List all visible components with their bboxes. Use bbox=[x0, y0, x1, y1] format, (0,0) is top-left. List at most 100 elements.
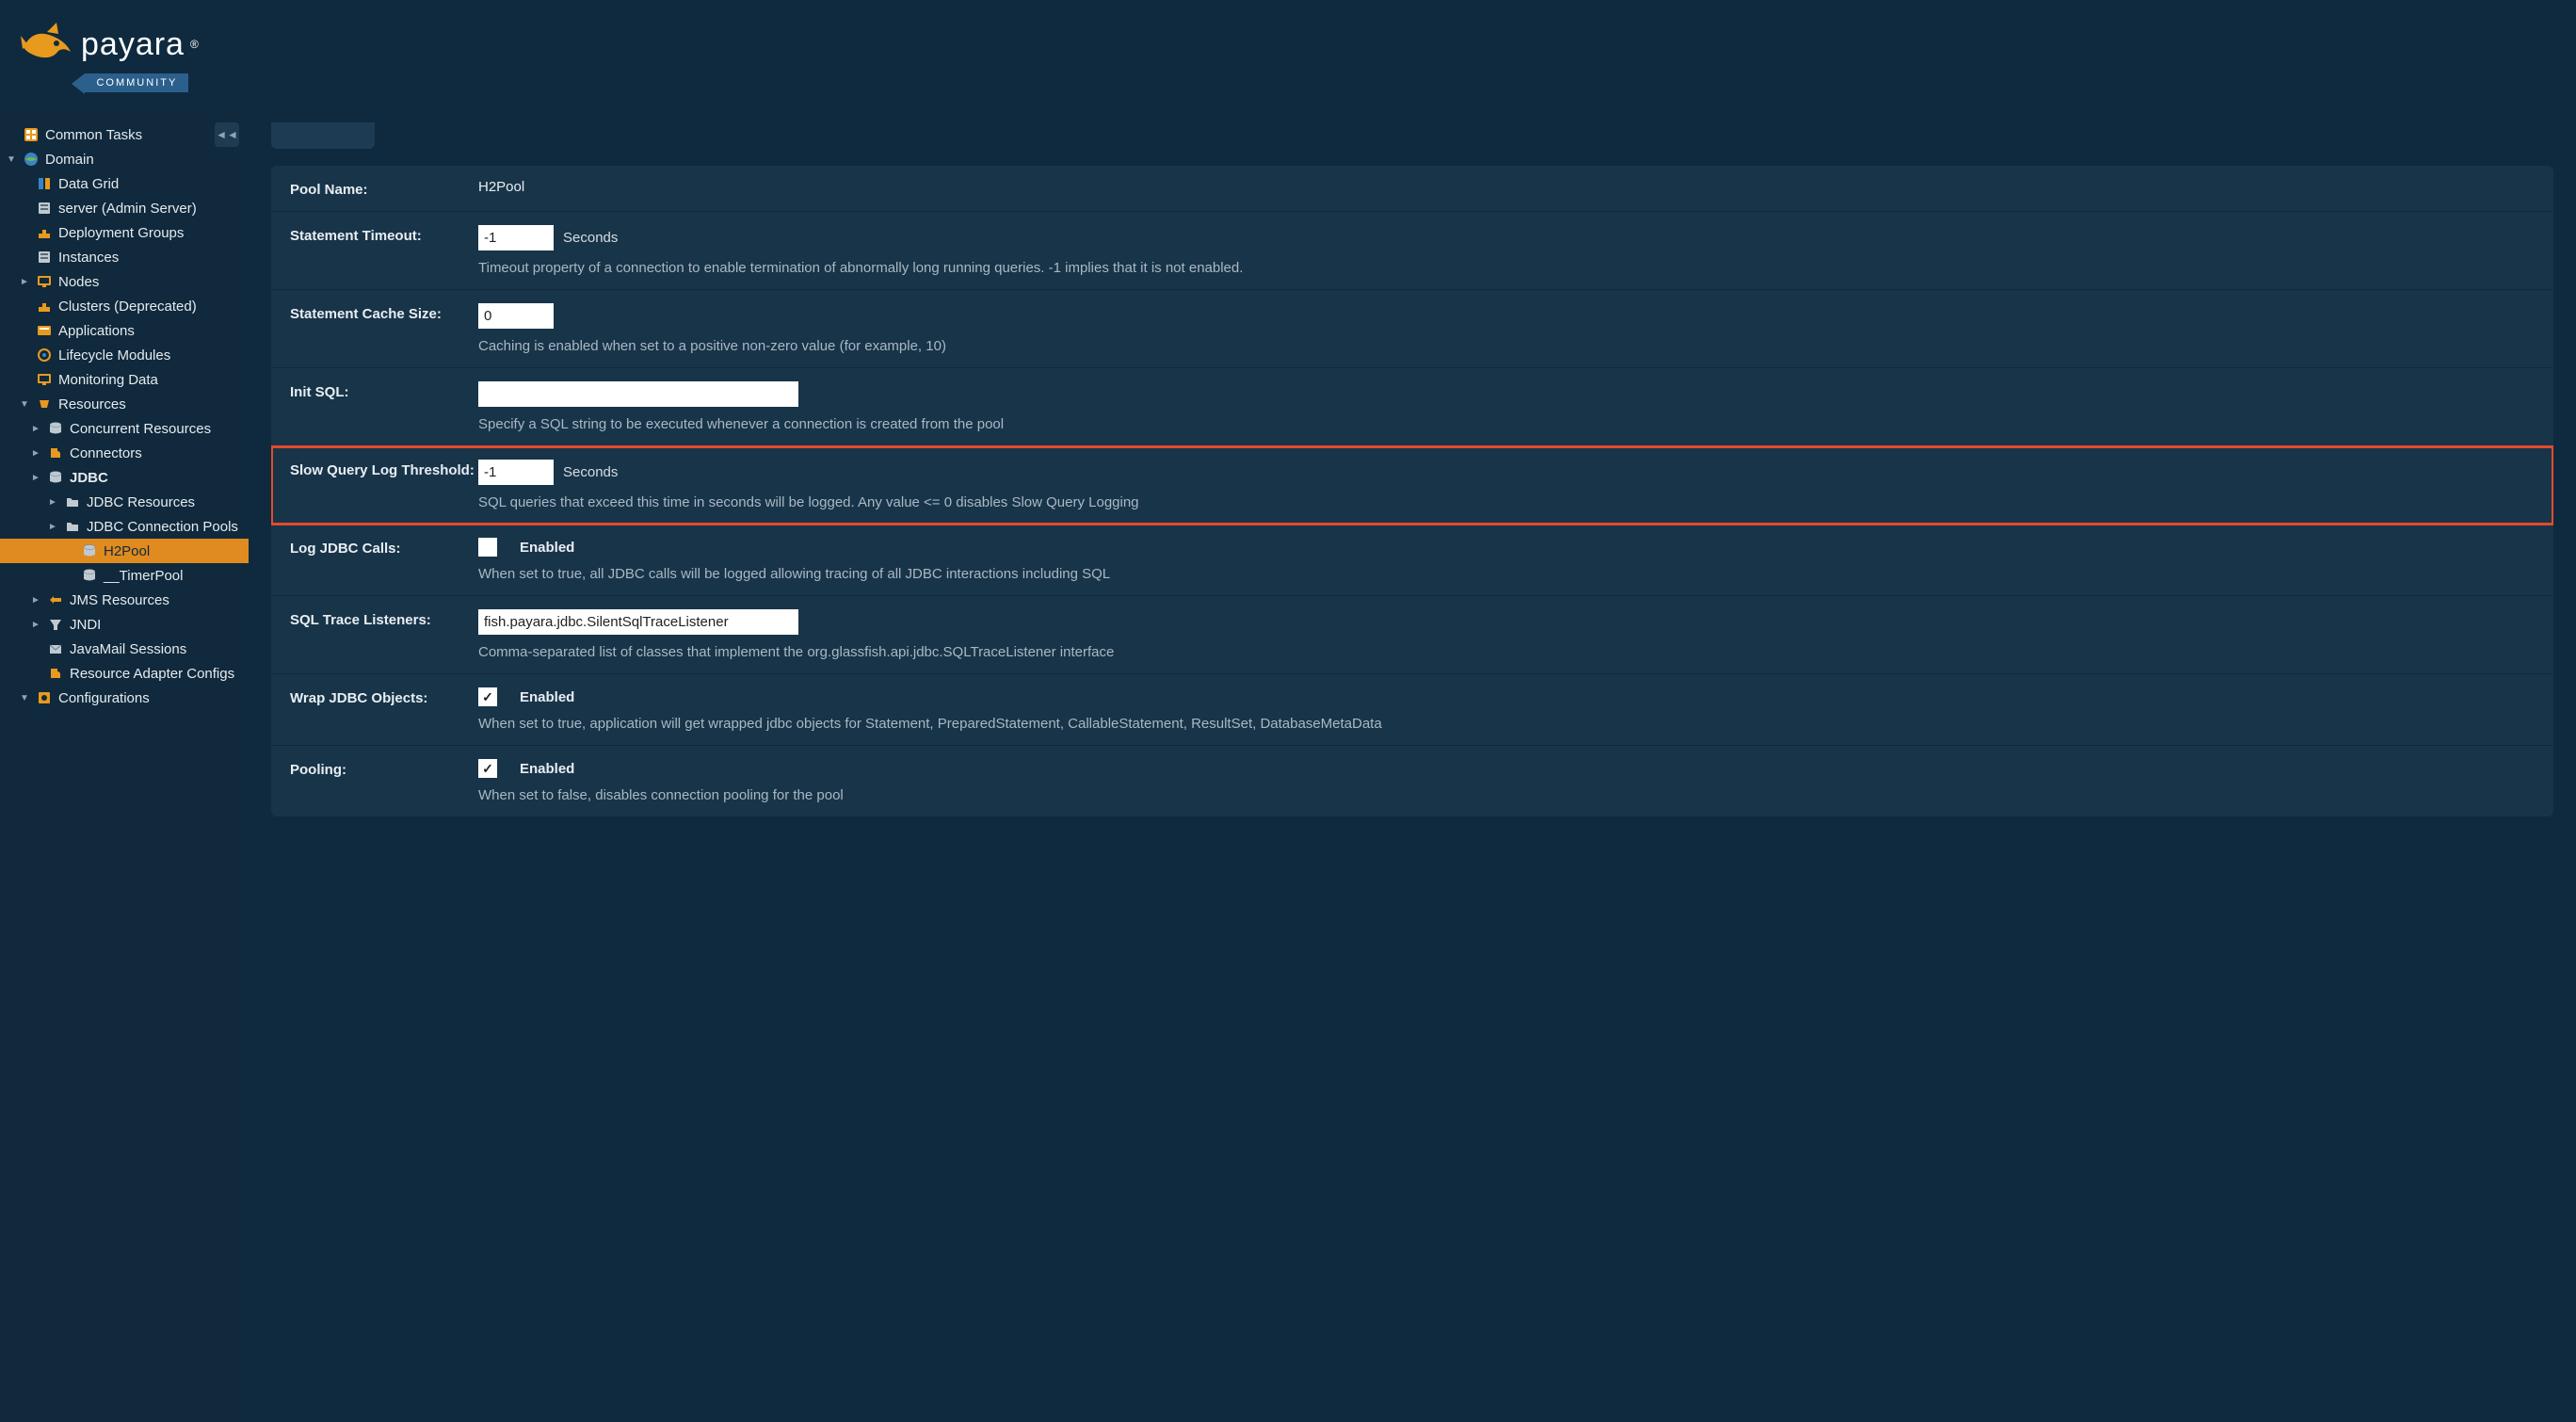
tree-toggle-icon[interactable]: ► bbox=[30, 595, 41, 606]
nav-item-jdbc-resources[interactable]: ►JDBC Resources bbox=[0, 490, 249, 514]
nav-label: JDBC bbox=[70, 470, 108, 486]
brand-text: payara bbox=[81, 26, 185, 63]
nav-label: JNDI bbox=[70, 617, 101, 633]
nav-item-concurrent-resources[interactable]: ► Concurrent Resources bbox=[0, 416, 249, 441]
sidebar-nav: ◄◄ Common Tasks ▼ Domain Data Grid server (A… bbox=[0, 111, 249, 1422]
tree-toggle-icon[interactable]: ▼ bbox=[6, 154, 17, 165]
grid-icon bbox=[23, 126, 40, 143]
cblabel-wrap-jdbc: Enabled bbox=[520, 689, 574, 705]
label-pool-name: Pool Name: bbox=[290, 179, 478, 198]
help-slow-query: SQL queries that exceed this time in sec… bbox=[478, 494, 2535, 510]
folder-icon bbox=[64, 518, 81, 535]
row-pooling: Pooling: ✓ Enabled When set to false, di… bbox=[271, 746, 2553, 816]
main-content: Pool Name: H2Pool Statement Timeout: Sec… bbox=[249, 111, 2576, 1422]
jms-icon bbox=[47, 591, 64, 608]
nav-label: Lifecycle Modules bbox=[58, 347, 170, 364]
checkbox-log-jdbc[interactable] bbox=[478, 538, 497, 557]
cblabel-log-jdbc: Enabled bbox=[520, 540, 574, 556]
row-sql-trace: SQL Trace Listeners: Comma-separated lis… bbox=[271, 596, 2553, 674]
nav-item-common-tasks[interactable]: Common Tasks bbox=[0, 122, 249, 147]
nav-item-jms-resources[interactable]: ►JMS Resources bbox=[0, 588, 249, 612]
tree-toggle-icon[interactable]: ► bbox=[19, 277, 30, 287]
monitor-icon bbox=[36, 273, 53, 290]
help-sql-trace: Comma-separated list of classes that imp… bbox=[478, 644, 2535, 660]
nav-label: Connectors bbox=[70, 445, 142, 461]
nav-item-h2pool[interactable]: H2Pool bbox=[0, 539, 249, 563]
nav-item-connectors[interactable]: ► Connectors bbox=[0, 441, 249, 465]
nav-label: Concurrent Resources bbox=[70, 421, 211, 437]
nav-item-javamail-sessions[interactable]: JavaMail Sessions bbox=[0, 637, 249, 661]
nav-label: server (Admin Server) bbox=[58, 201, 197, 217]
nav-label: Common Tasks bbox=[45, 127, 142, 143]
tree-toggle-icon[interactable]: ► bbox=[30, 473, 41, 483]
sidebar-collapse-button[interactable]: ◄◄ bbox=[215, 122, 239, 147]
help-statement-cache: Caching is enabled when set to a positiv… bbox=[478, 338, 2535, 354]
nav-label: JDBC Connection Pools bbox=[87, 519, 238, 535]
puzzle-icon bbox=[47, 444, 64, 461]
nav-item-server-admin-server-[interactable]: server (Admin Server) bbox=[0, 196, 249, 220]
puzzle-icon bbox=[47, 665, 64, 682]
nav-item-applications[interactable]: Applications bbox=[0, 318, 249, 343]
label-statement-timeout: Statement Timeout: bbox=[290, 225, 478, 244]
server-icon bbox=[36, 249, 53, 266]
nav-item-clusters-deprecated-[interactable]: Clusters (Deprecated) bbox=[0, 294, 249, 318]
nav-item-lifecycle-modules[interactable]: Lifecycle Modules bbox=[0, 343, 249, 367]
nav-item-jdbc-connection-pools[interactable]: ► JDBC Connection Pools bbox=[0, 514, 249, 539]
nav-label: Deployment Groups bbox=[58, 225, 184, 241]
nav-item-jndi[interactable]: ► JNDI bbox=[0, 612, 249, 637]
nav-label: __TimerPool bbox=[104, 568, 183, 584]
label-slow-query: Slow Query Log Threshold: bbox=[290, 460, 478, 478]
input-init-sql[interactable] bbox=[478, 381, 798, 407]
label-log-jdbc: Log JDBC Calls: bbox=[290, 538, 478, 557]
suffix-statement-timeout: Seconds bbox=[563, 230, 618, 246]
db-icon bbox=[47, 469, 64, 486]
nav-item-resources[interactable]: ▼ Resources bbox=[0, 392, 249, 416]
tree-toggle-icon[interactable]: ► bbox=[30, 448, 41, 459]
apps-icon bbox=[36, 322, 53, 339]
row-wrap-jdbc: Wrap JDBC Objects: ✓ Enabled When set to… bbox=[271, 674, 2553, 746]
gear-icon bbox=[36, 347, 53, 364]
nav-item-deployment-groups[interactable]: Deployment Groups bbox=[0, 220, 249, 245]
nav-item-domain[interactable]: ▼ Domain bbox=[0, 147, 249, 171]
folder-icon bbox=[64, 493, 81, 510]
nav-item--timerpool[interactable]: __TimerPool bbox=[0, 563, 249, 588]
nav-item-nodes[interactable]: ►Nodes bbox=[0, 269, 249, 294]
tree-toggle-icon[interactable]: ► bbox=[30, 424, 41, 434]
row-slow-query: Slow Query Log Threshold: Seconds SQL qu… bbox=[271, 446, 2553, 525]
nav-item-configurations[interactable]: ▼Configurations bbox=[0, 686, 249, 710]
checkbox-pooling[interactable]: ✓ bbox=[478, 759, 497, 778]
tree-toggle-icon[interactable]: ► bbox=[47, 497, 58, 508]
tree-toggle-icon[interactable]: ► bbox=[30, 620, 41, 630]
tree-toggle-icon[interactable]: ▼ bbox=[19, 399, 30, 410]
connection-pool-form: Pool Name: H2Pool Statement Timeout: Sec… bbox=[271, 166, 2553, 816]
registered-mark: ® bbox=[190, 38, 199, 51]
label-statement-cache: Statement Cache Size: bbox=[290, 303, 478, 322]
input-slow-query[interactable] bbox=[478, 460, 554, 485]
checkbox-wrap-jdbc[interactable]: ✓ bbox=[478, 687, 497, 706]
input-sql-trace[interactable] bbox=[478, 609, 798, 635]
logo[interactable]: payara ® COMMUNITY bbox=[19, 19, 199, 92]
row-init-sql: Init SQL: Specify a SQL string to be exe… bbox=[271, 368, 2553, 446]
value-pool-name: H2Pool bbox=[478, 179, 2535, 195]
nav-label: Domain bbox=[45, 152, 94, 168]
help-pooling: When set to false, disables connection p… bbox=[478, 787, 2535, 803]
help-statement-timeout: Timeout property of a connection to enab… bbox=[478, 260, 2535, 276]
tab-stub[interactable] bbox=[271, 122, 375, 149]
row-pool-name: Pool Name: H2Pool bbox=[271, 166, 2553, 212]
nav-item-instances[interactable]: Instances bbox=[0, 245, 249, 269]
input-statement-timeout[interactable] bbox=[478, 225, 554, 250]
db-icon bbox=[81, 542, 98, 559]
nav-item-data-grid[interactable]: Data Grid bbox=[0, 171, 249, 196]
fish-icon bbox=[19, 19, 75, 70]
tree-toggle-icon[interactable]: ▼ bbox=[19, 693, 30, 703]
nav-item-jdbc[interactable]: ► JDBC bbox=[0, 465, 249, 490]
nav-item-resource-adapter-configs[interactable]: Resource Adapter Configs bbox=[0, 661, 249, 686]
app-header: payara ® COMMUNITY bbox=[0, 0, 2576, 111]
tree-toggle-icon[interactable]: ► bbox=[47, 522, 58, 532]
help-wrap-jdbc: When set to true, application will get w… bbox=[478, 716, 2535, 732]
nav-label: Resources bbox=[58, 396, 126, 412]
label-pooling: Pooling: bbox=[290, 759, 478, 778]
nav-item-monitoring-data[interactable]: Monitoring Data bbox=[0, 367, 249, 392]
mail-icon bbox=[47, 640, 64, 657]
input-statement-cache[interactable] bbox=[478, 303, 554, 329]
